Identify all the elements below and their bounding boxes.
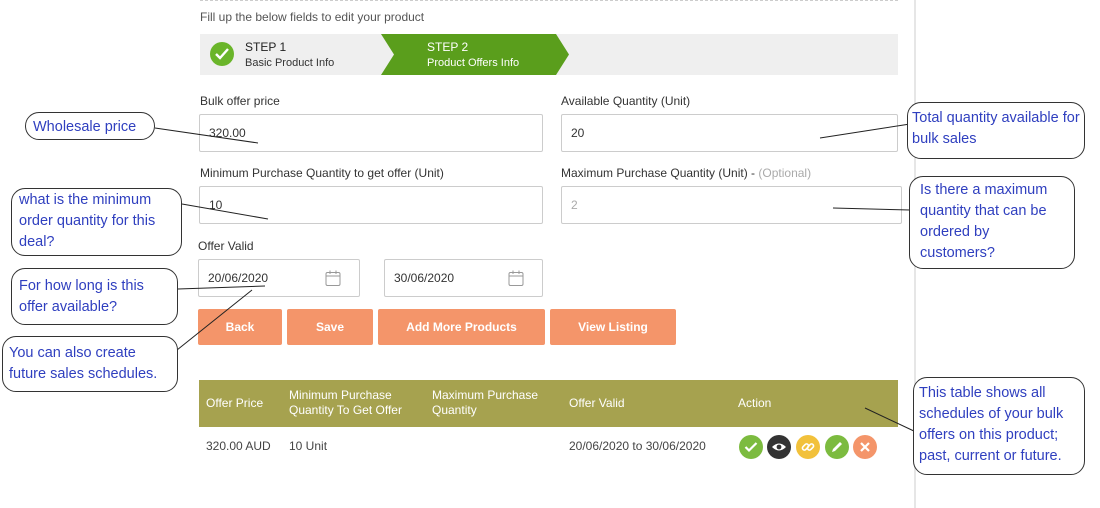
step-2-title: STEP 2 [427, 40, 469, 54]
annotation-how-long: For how long is this offer available? [11, 268, 178, 325]
delete-action-button[interactable] [853, 435, 877, 459]
calendar-icon[interactable] [508, 270, 524, 287]
step-1-title: STEP 1 [245, 40, 287, 54]
min-qty-label: Minimum Purchase Quantity to get offer (… [200, 166, 444, 180]
offer-end-date-value: 30/06/2020 [394, 271, 455, 285]
form-intro: Fill up the below fields to edit your pr… [200, 10, 425, 24]
row-min-qty: 10 Unit [289, 439, 328, 453]
header-offer-valid: Offer Valid [569, 396, 625, 410]
top-divider [200, 0, 898, 1]
row-offer-price: 320.00 AUD [206, 439, 271, 453]
row-offer-valid: 20/06/2020 to 30/06/2020 [569, 439, 706, 453]
step-1-subtitle: Basic Product Info [245, 57, 335, 69]
edit-action-button[interactable] [825, 435, 849, 459]
save-button[interactable]: Save [287, 309, 373, 345]
max-qty-label: Maximum Purchase Quantity (Unit) - (Opti… [561, 166, 812, 180]
step-2[interactable]: STEP 2 Product Offers Info [381, 34, 569, 75]
annotation-total-qty: Total quantity available for bulk sales [907, 102, 1085, 159]
link-action-button[interactable] [796, 435, 820, 459]
calendar-icon[interactable] [325, 270, 341, 287]
annotation-max-qty: Is there a maximum quantity that can be … [909, 176, 1075, 269]
step-2-subtitle: Product Offers Info [427, 57, 520, 69]
eye-icon [772, 443, 786, 451]
optional-tag: (Optional) [758, 166, 812, 180]
min-qty-input[interactable]: 10 [199, 186, 543, 224]
link-icon [801, 443, 815, 451]
bulk-price-label: Bulk offer price [200, 94, 280, 108]
header-max-qty: Maximum Purchase Quantity [432, 388, 539, 417]
bulk-price-input[interactable]: 320.00 [199, 114, 543, 152]
add-more-products-button[interactable]: Add More Products [378, 309, 545, 345]
header-action: Action [738, 396, 772, 410]
available-qty-input[interactable]: 20 [561, 114, 898, 152]
close-icon [860, 442, 870, 452]
header-min-qty: Minimum Purchase Quantity To Get Offer [289, 388, 402, 417]
annotation-min-order: what is the minimum order quantity for t… [11, 188, 182, 256]
back-button[interactable]: Back [198, 309, 282, 345]
offer-start-date-input[interactable]: 20/06/2020 [198, 259, 360, 297]
activate-action-button[interactable] [739, 435, 763, 459]
step-1[interactable]: STEP 1 Basic Product Info [200, 34, 382, 75]
annotation-wholesale: Wholesale price [25, 112, 155, 140]
annotation-future: You can also create future sales schedul… [2, 336, 178, 392]
available-qty-label: Available Quantity (Unit) [561, 94, 691, 108]
check-icon [210, 42, 234, 66]
view-listing-button[interactable]: View Listing [550, 309, 676, 345]
annotation-table: This table shows all schedules of your b… [913, 377, 1085, 475]
header-offer-price: Offer Price [206, 396, 264, 410]
pencil-icon [832, 442, 842, 452]
offer-end-date-input[interactable]: 30/06/2020 [384, 259, 543, 297]
check-icon [744, 442, 758, 453]
view-action-button[interactable] [767, 435, 791, 459]
step-progress-bar: STEP 1 Basic Product Info STEP 2 Product… [200, 34, 898, 75]
offer-valid-label: Offer Valid [198, 239, 254, 253]
max-qty-input[interactable]: 2 [561, 186, 902, 224]
offer-start-date-value: 20/06/2020 [208, 271, 269, 285]
offers-table-header: Offer Price Minimum Purchase Quantity To… [199, 380, 898, 427]
